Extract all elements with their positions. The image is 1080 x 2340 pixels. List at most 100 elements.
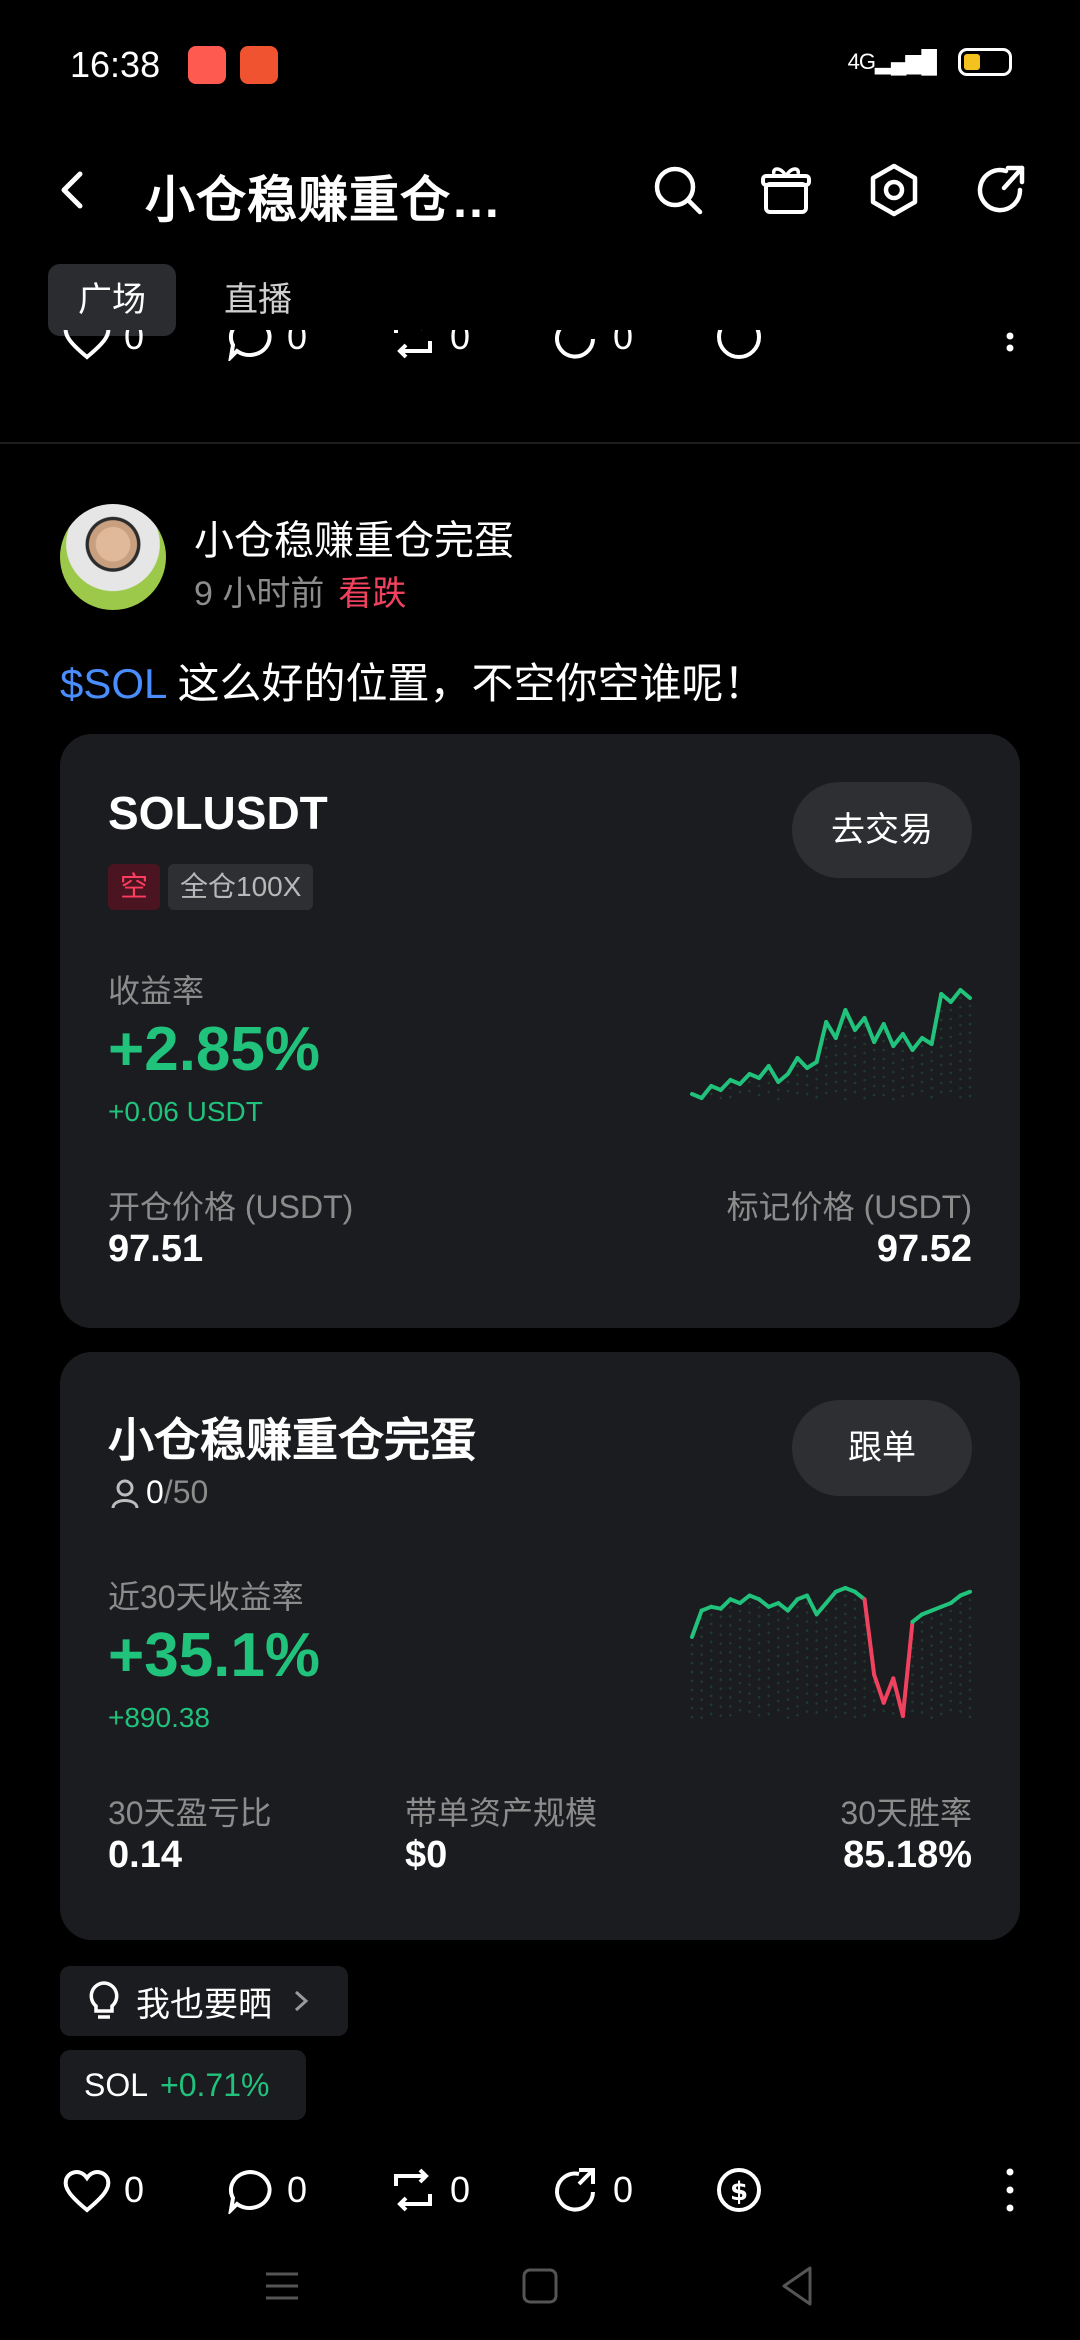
pnl-ratio-value: 0.14 (108, 1834, 182, 1876)
repost-button[interactable]: 0 (386, 2166, 549, 2214)
like-button[interactable]: 0 (60, 2166, 223, 2214)
ticker-link[interactable]: $SOL (60, 660, 166, 707)
trader-name: 小仓稳赚重仓完蛋 (108, 1414, 476, 1466)
tab-live[interactable]: 直播 (194, 264, 322, 336)
position-card[interactable]: SOLUSDT 空全仓100X 去交易 收益率 +2.85% +0.06 USD… (60, 734, 1020, 1328)
repost-count: 0 (450, 330, 471, 357)
repost-button[interactable]: 0 (386, 330, 549, 361)
follower-count: 0/50 (108, 1474, 208, 1511)
feed-tabs: 广场 直播 (48, 264, 322, 336)
sparkline-segment (872, 1672, 886, 1705)
avatar[interactable] (60, 504, 166, 610)
follower-max: /50 (163, 1474, 209, 1510)
return-label: 收益率 (108, 973, 205, 1009)
sparkline-segment (824, 1589, 838, 1606)
search-icon[interactable] (648, 160, 708, 220)
sentiment-tag: 看跌 (338, 575, 407, 613)
sparkline-segment (814, 1601, 829, 1617)
comment-count: 0 (287, 2169, 308, 2210)
sparkline-segment (805, 1593, 819, 1617)
like-count: 0 (124, 2169, 145, 2210)
sparkline-segment (900, 1032, 915, 1052)
sparkline-segment (699, 1084, 714, 1100)
sparkline-segment (766, 1064, 781, 1084)
author-name[interactable]: 小仓稳赚重仓完蛋 (194, 508, 514, 566)
back-icon[interactable] (48, 160, 98, 220)
comment-button[interactable]: 0 (223, 2166, 386, 2214)
sparkline-segment (690, 1608, 704, 1639)
pnl-ratio-label: 30天盈亏比 (108, 1795, 272, 1831)
sparkline-segment (881, 1022, 896, 1048)
home-icon[interactable] (510, 2256, 570, 2316)
tip-button[interactable] (712, 330, 875, 361)
trader-sparkline (690, 1586, 972, 1719)
repost-count: 0 (450, 2169, 471, 2210)
notification-app-icon (240, 46, 278, 84)
share-too-button[interactable]: 我也要晒 (60, 1966, 348, 2036)
settings-icon[interactable] (864, 160, 924, 220)
status-indicators: 4G▂▄▆█ (848, 48, 1012, 76)
tip-button[interactable]: $ (712, 2166, 875, 2214)
aum-label: 带单资产规模 (405, 1795, 598, 1831)
post-body: 这么好的位置，不空你空谁呢！ (165, 660, 766, 707)
sparkline-segment (958, 1589, 972, 1598)
like-count: 0 (124, 330, 145, 357)
gift-icon[interactable] (756, 160, 816, 220)
follow-button[interactable]: 跟单 (792, 1400, 972, 1496)
trade-button[interactable]: 去交易 (792, 782, 972, 878)
win-rate-label: 30天胜率 (840, 1795, 972, 1831)
system-nav-bar (0, 2236, 1080, 2340)
tab-square[interactable]: 广场 (48, 264, 176, 336)
sparkline-segment (737, 1072, 752, 1086)
forward-icon (555, 330, 595, 359)
short-badge: 空 (108, 864, 161, 910)
position-sparkline (690, 988, 972, 1101)
lightbulb-icon (89, 1981, 119, 2019)
sparkline-segment (910, 1036, 925, 1052)
share-icon[interactable] (972, 160, 1032, 220)
dollar-icon (717, 330, 761, 359)
forward-button[interactable]: 0 (549, 2166, 712, 2214)
heart-icon (63, 2170, 111, 2213)
forward-icon (555, 2168, 595, 2212)
sparkline-segment (891, 1676, 905, 1718)
page-title: 小仓稳赚重仓… (145, 172, 502, 228)
like-button[interactable]: 0 (60, 330, 223, 361)
follower-current: 0 (146, 1474, 164, 1510)
mark-price-value: 97.52 (876, 1228, 972, 1270)
mark-price-label: 标记价格 (USDT) (726, 1189, 972, 1225)
top-bar: 小仓稳赚重仓… (0, 130, 1080, 250)
sparkline-segment (929, 992, 944, 1046)
win-rate-value: 85.18% (843, 1834, 972, 1876)
status-time: 16:38 (70, 44, 161, 85)
price-tag-symbol: SOL (84, 2066, 149, 2103)
comment-count: 0 (287, 330, 308, 357)
more-icon[interactable] (1000, 2166, 1020, 2214)
back-nav-icon[interactable] (768, 2256, 828, 2316)
sparkline-segment (795, 1056, 810, 1070)
dollar-icon: $ (717, 2168, 761, 2212)
video-app-icon (188, 46, 226, 84)
return-amount: +0.06 USDT (108, 1096, 263, 1127)
previous-post-actions: 0 0 0 0 (60, 330, 1020, 380)
sparkline-segment (862, 1016, 877, 1044)
copy-trade-card[interactable]: 小仓稳赚重仓完蛋 0/50 跟单 近30天收益率 +35.1% +890.38 … (60, 1352, 1020, 1940)
comment-icon (228, 2169, 272, 2214)
repost-icon (394, 2168, 432, 2212)
price-tag-change: +0.71% (160, 2066, 270, 2103)
aum-value: $0 (405, 1834, 448, 1876)
forward-button[interactable]: 0 (549, 330, 712, 361)
forward-count: 0 (613, 2169, 634, 2210)
more-icon[interactable] (1000, 330, 1020, 378)
post-action-bar: 0 0 0 0 $ (60, 2160, 1020, 2220)
post-time: 9 小时前 (194, 575, 325, 613)
sparkline-segment (948, 988, 963, 1004)
comment-button[interactable]: 0 (223, 330, 386, 361)
sparkline-segment (757, 1064, 771, 1080)
post-header: 小仓稳赚重仓完蛋 9 小时前 看跌 (60, 504, 1020, 614)
sparkline-segment (785, 1597, 800, 1613)
price-tag[interactable]: SOL +0.71% (60, 2050, 306, 2120)
30d-return-amount: +890.38 (108, 1702, 210, 1733)
menu-icon[interactable] (252, 2256, 312, 2316)
position-badges: 空全仓100X (108, 864, 321, 910)
